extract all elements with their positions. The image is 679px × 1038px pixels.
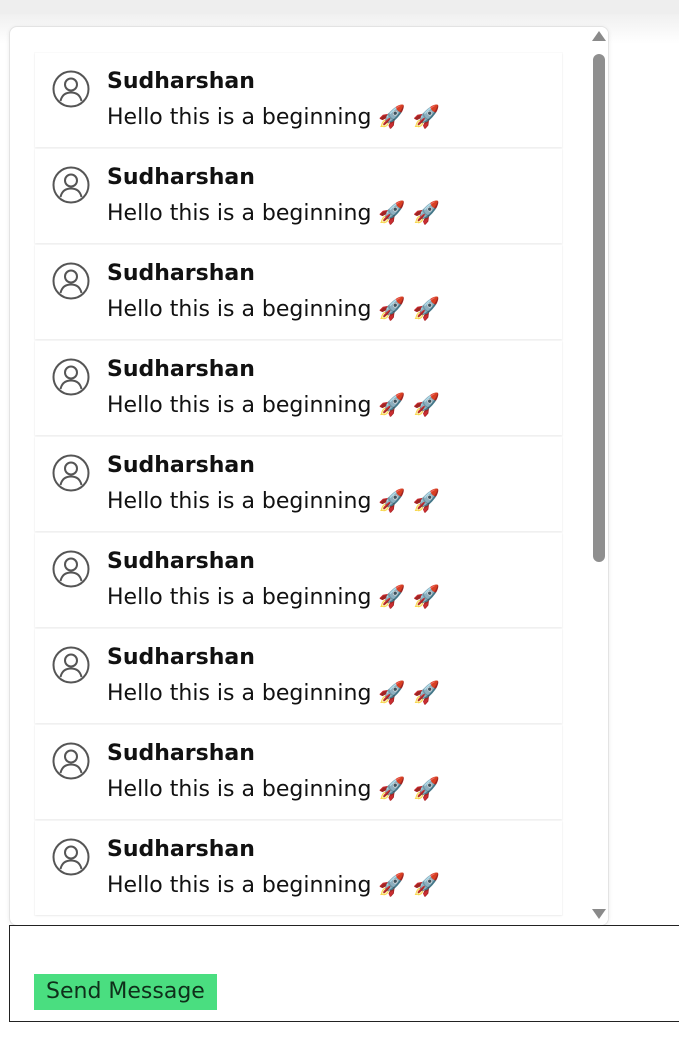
message-composer[interactable]: Send Message	[9, 925, 679, 1022]
scrollbar-thumb[interactable]	[593, 54, 605, 562]
user-circle-icon	[52, 646, 90, 684]
message-item: Sudharshan Hello this is a beginning 🚀 🚀	[35, 821, 562, 915]
user-circle-icon	[52, 550, 90, 588]
user-circle-icon	[52, 166, 90, 204]
message-item: Sudharshan Hello this is a beginning 🚀 🚀	[35, 533, 562, 627]
message-list[interactable]: Sudharshan Hello this is a beginning 🚀 🚀…	[10, 27, 590, 925]
scroll-down-arrow-icon[interactable]	[592, 909, 606, 919]
message-item: Sudharshan Hello this is a beginning 🚀 🚀	[35, 437, 562, 531]
top-bar	[0, 0, 679, 14]
message-sender: Sudharshan	[107, 645, 255, 670]
user-circle-icon	[52, 838, 90, 876]
message-sender: Sudharshan	[107, 741, 255, 766]
message-item: Sudharshan Hello this is a beginning 🚀 🚀	[35, 53, 562, 147]
message-sender: Sudharshan	[107, 453, 255, 478]
message-text: Hello this is a beginning 🚀 🚀	[107, 873, 441, 898]
message-sender: Sudharshan	[107, 837, 255, 862]
message-text: Hello this is a beginning 🚀 🚀	[107, 777, 441, 802]
message-text: Hello this is a beginning 🚀 🚀	[107, 681, 441, 706]
message-sender: Sudharshan	[107, 261, 255, 286]
message-item: Sudharshan Hello this is a beginning 🚀 🚀	[35, 245, 562, 339]
message-text: Hello this is a beginning 🚀 🚀	[107, 489, 441, 514]
chat-panel: Sudharshan Hello this is a beginning 🚀 🚀…	[9, 26, 609, 926]
message-sender: Sudharshan	[107, 549, 255, 574]
scroll-up-arrow-icon[interactable]	[592, 31, 606, 41]
message-item: Sudharshan Hello this is a beginning 🚀 🚀	[35, 725, 562, 819]
user-circle-icon	[52, 70, 90, 108]
message-item: Sudharshan Hello this is a beginning 🚀 🚀	[35, 629, 562, 723]
message-list-scrollbar[interactable]	[590, 27, 608, 925]
message-item: Sudharshan Hello this is a beginning 🚀 🚀	[35, 341, 562, 435]
message-item: Sudharshan Hello this is a beginning 🚀 🚀	[35, 149, 562, 243]
message-sender: Sudharshan	[107, 165, 255, 190]
user-circle-icon	[52, 358, 90, 396]
message-sender: Sudharshan	[107, 357, 255, 382]
message-text: Hello this is a beginning 🚀 🚀	[107, 201, 441, 226]
message-text: Hello this is a beginning 🚀 🚀	[107, 105, 441, 130]
user-circle-icon	[52, 742, 90, 780]
message-text: Hello this is a beginning 🚀 🚀	[107, 585, 441, 610]
message-text: Hello this is a beginning 🚀 🚀	[107, 393, 441, 418]
message-sender: Sudharshan	[107, 69, 255, 94]
send-message-button[interactable]: Send Message	[34, 974, 217, 1010]
user-circle-icon	[52, 454, 90, 492]
user-circle-icon	[52, 262, 90, 300]
message-text: Hello this is a beginning 🚀 🚀	[107, 297, 441, 322]
